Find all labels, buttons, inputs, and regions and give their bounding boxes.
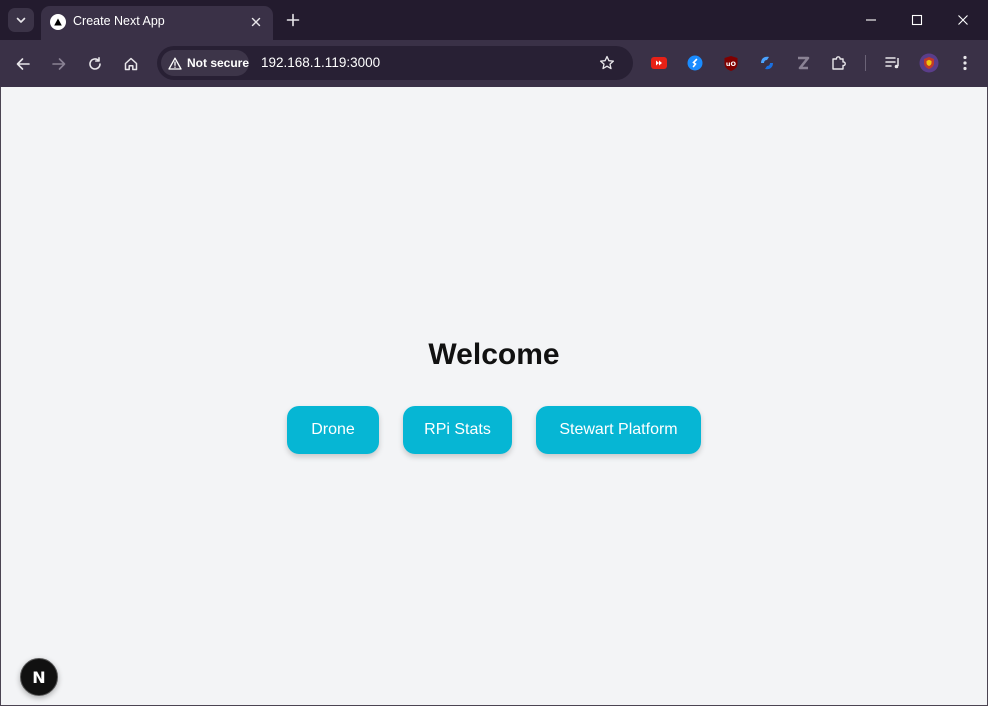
new-tab-button[interactable] bbox=[281, 8, 305, 32]
tab-search-button[interactable] bbox=[8, 8, 34, 32]
nextjs-triangle-icon bbox=[50, 14, 66, 30]
stewart-platform-button[interactable]: Stewart Platform bbox=[536, 406, 701, 454]
close-window-button[interactable] bbox=[940, 0, 986, 40]
back-button[interactable] bbox=[9, 50, 37, 78]
close-tab-button[interactable] bbox=[246, 12, 266, 32]
forward-button[interactable] bbox=[45, 50, 73, 78]
nextjs-dev-tools-button[interactable]: N bbox=[20, 658, 58, 696]
more-vertical-icon bbox=[963, 55, 967, 71]
window-border bbox=[0, 87, 1, 706]
nextjs-logo-icon: N bbox=[32, 667, 46, 687]
close-icon bbox=[251, 17, 261, 27]
security-indicator[interactable]: Not secure bbox=[161, 50, 249, 76]
not-secure-label: Not secure bbox=[187, 56, 250, 70]
url-text[interactable]: 192.168.1.119:3000 bbox=[261, 55, 380, 70]
media-controls-icon[interactable] bbox=[883, 53, 903, 73]
toolbar-divider bbox=[865, 55, 866, 71]
browser-titlebar: Create Next App bbox=[0, 0, 988, 40]
maximize-button[interactable] bbox=[894, 0, 940, 40]
reload-icon bbox=[89, 57, 101, 70]
chevron-down-icon bbox=[16, 17, 26, 23]
drone-button[interactable]: Drone bbox=[287, 406, 379, 454]
star-icon bbox=[599, 55, 615, 70]
minimize-icon bbox=[866, 19, 876, 21]
puzzle-extensions-icon[interactable] bbox=[829, 53, 849, 73]
bookmark-star-button[interactable] bbox=[597, 53, 617, 73]
reload-button[interactable] bbox=[81, 50, 109, 78]
page-title: Welcome bbox=[428, 338, 560, 371]
arrow-left-icon bbox=[16, 58, 30, 70]
tab-title: Create Next App bbox=[73, 14, 165, 28]
plus-icon bbox=[286, 13, 300, 27]
home-icon bbox=[124, 57, 138, 71]
page-viewport bbox=[1, 87, 987, 705]
minimize-button[interactable] bbox=[848, 0, 894, 40]
arrow-right-icon bbox=[52, 58, 66, 70]
svg-text:uO: uO bbox=[726, 60, 737, 68]
z-extension-icon[interactable] bbox=[793, 53, 813, 73]
browser-toolbar: Not secure 192.168.1.119:3000 uO bbox=[0, 40, 988, 87]
kebab-menu-button[interactable] bbox=[955, 53, 975, 73]
youtube-red-icon[interactable] bbox=[649, 53, 669, 73]
address-bar[interactable]: Not secure 192.168.1.119:3000 bbox=[157, 46, 633, 80]
maximize-icon bbox=[911, 14, 923, 26]
profile-avatar-icon[interactable] bbox=[919, 53, 939, 73]
ublock-icon[interactable]: uO bbox=[721, 53, 741, 73]
active-tab[interactable]: Create Next App bbox=[41, 6, 273, 40]
warning-triangle-icon bbox=[168, 57, 182, 70]
home-button[interactable] bbox=[117, 50, 145, 78]
shazam-icon[interactable] bbox=[685, 53, 705, 73]
blue-swirl-extension-icon[interactable] bbox=[757, 53, 777, 73]
close-icon bbox=[958, 15, 968, 25]
rpi-stats-button[interactable]: RPi Stats bbox=[403, 406, 512, 454]
